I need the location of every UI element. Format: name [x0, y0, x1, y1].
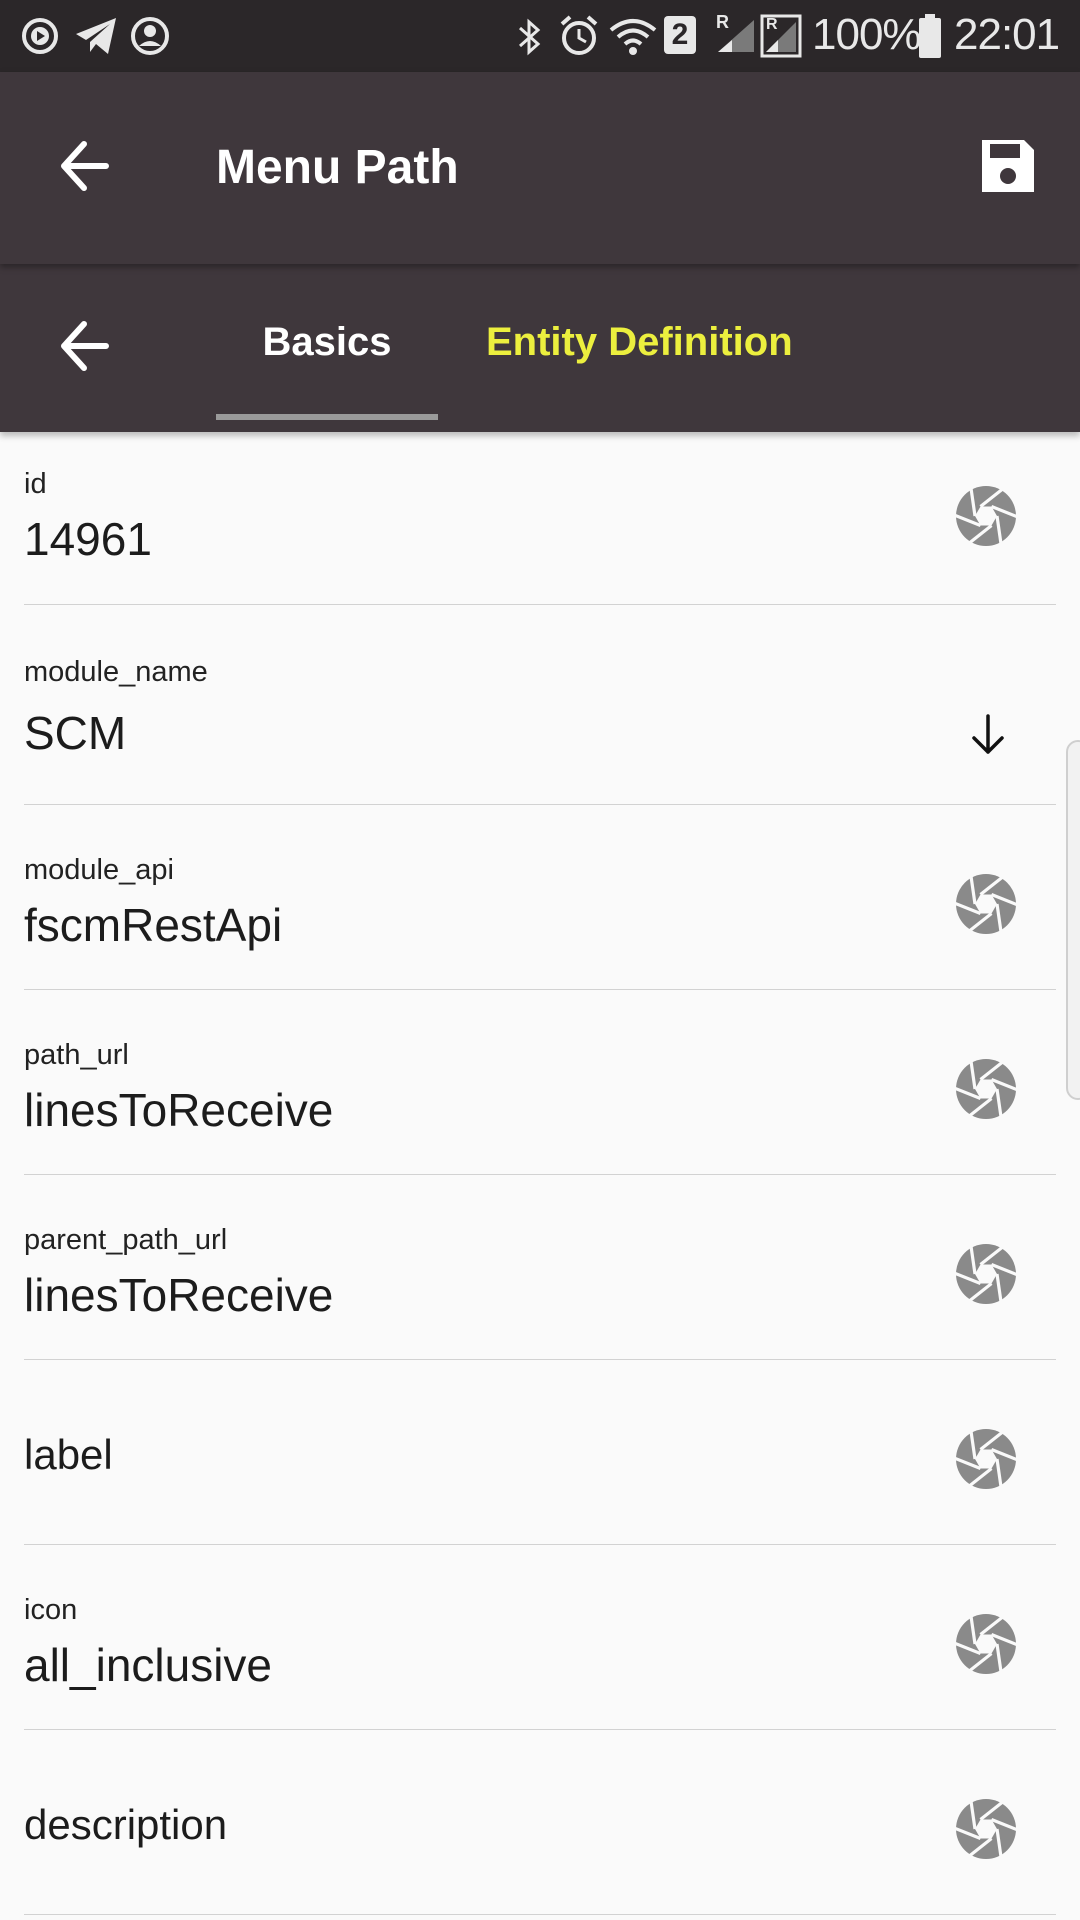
module-name-select[interactable]: SCM: [24, 706, 126, 760]
field-value[interactable]: linesToReceive: [24, 1083, 333, 1137]
tab-entity-definition[interactable]: Entity Definition: [486, 320, 793, 365]
field-label: module_name: [24, 656, 208, 688]
camera-aperture-icon[interactable]: [954, 1797, 1018, 1861]
field-module-api[interactable]: module_api fscmRestApi: [24, 804, 1056, 990]
account-circle-icon: [131, 17, 169, 55]
field-label: module_api: [24, 854, 174, 886]
save-icon[interactable]: [978, 136, 1038, 196]
arrow-back-icon[interactable]: [54, 136, 114, 196]
field-module-name[interactable]: module_name SCM: [24, 604, 1056, 805]
telegram-icon: [76, 18, 116, 54]
status-bar: 2 R R 100% 22:01: [0, 0, 1080, 72]
clock: 22:01: [954, 10, 1060, 59]
alarm-icon: [560, 15, 598, 55]
field-path-url[interactable]: path_url linesToReceive: [24, 989, 1056, 1175]
field-parent-path-url[interactable]: parent_path_url linesToReceive: [24, 1174, 1056, 1360]
tab-bar: Basics Entity Definition: [0, 264, 1080, 432]
app-bar: Menu Path: [0, 72, 1080, 264]
camera-aperture-icon[interactable]: [954, 1242, 1018, 1306]
scrollbar-handle[interactable]: [1066, 740, 1080, 1100]
field-label: id: [24, 468, 47, 500]
field-description[interactable]: description: [24, 1729, 1056, 1915]
camera-aperture-icon[interactable]: [954, 1057, 1018, 1121]
camera-aperture-icon[interactable]: [954, 484, 1018, 548]
tab-indicator: [216, 414, 438, 420]
bluetooth-icon: [519, 18, 541, 56]
wifi-icon: [609, 19, 657, 55]
field-label: parent_path_url: [24, 1224, 228, 1256]
battery-percent: 100%: [812, 10, 922, 59]
sim-badge: 2: [664, 16, 696, 54]
field-value[interactable]: linesToReceive: [24, 1268, 333, 1322]
roaming-indicator: R: [766, 16, 778, 33]
field-value[interactable]: all_inclusive: [24, 1638, 272, 1692]
arrow-down-icon[interactable]: [968, 712, 1008, 758]
camera-aperture-icon[interactable]: [954, 1427, 1018, 1491]
field-placeholder-description[interactable]: description: [24, 1801, 227, 1849]
page-title: Menu Path: [216, 141, 459, 194]
field-label: path_url: [24, 1039, 129, 1071]
signal-icon: [718, 20, 754, 52]
camera-aperture-icon[interactable]: [954, 872, 1018, 936]
field-label: icon: [24, 1594, 78, 1626]
tab-basics[interactable]: Basics: [216, 320, 438, 365]
field-icon-input[interactable]: icon all_inclusive: [24, 1544, 1056, 1730]
battery-icon: [919, 14, 941, 58]
camera-aperture-icon[interactable]: [954, 1612, 1018, 1676]
field-placeholder-label[interactable]: label: [24, 1431, 113, 1479]
arrow-back-icon[interactable]: [54, 316, 114, 376]
field-value[interactable]: fscmRestApi: [24, 898, 282, 952]
field-value[interactable]: 14961: [24, 512, 152, 566]
play-icon: [22, 18, 58, 54]
field-label-input[interactable]: label: [24, 1359, 1056, 1545]
field-id[interactable]: id 14961: [24, 432, 1056, 605]
